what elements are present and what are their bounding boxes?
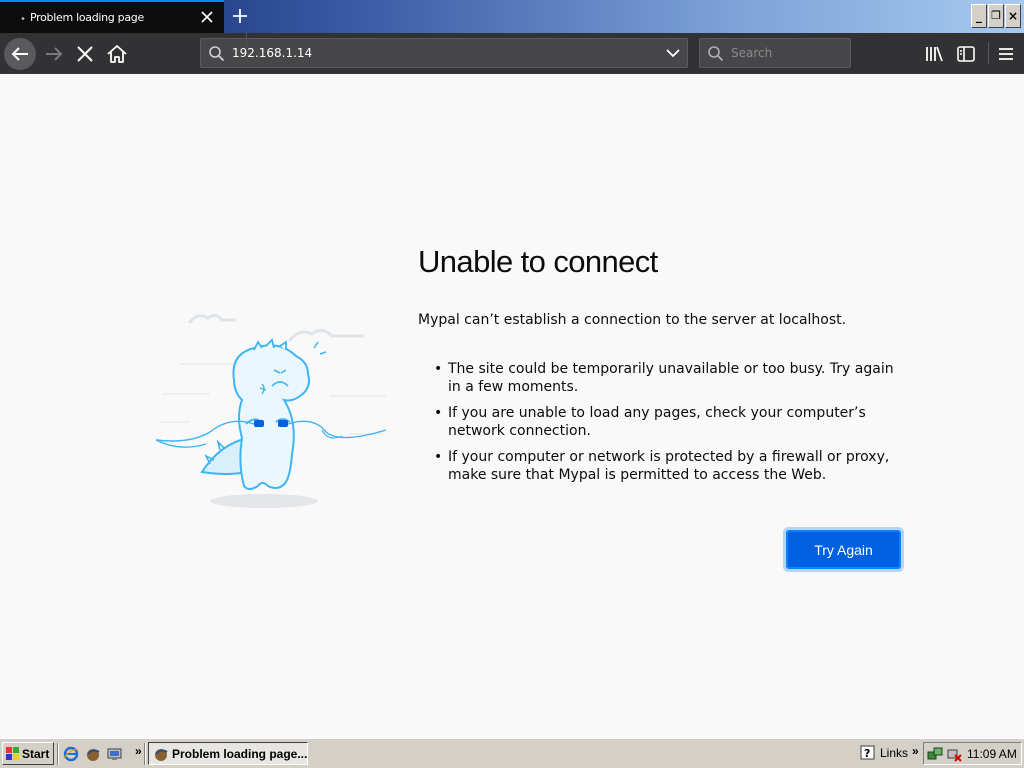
show-desktop-icon[interactable]: [107, 746, 123, 762]
quick-launch-chevron[interactable]: »: [135, 744, 142, 758]
home-icon[interactable]: [105, 42, 129, 66]
help-icon: ?: [860, 745, 875, 760]
tab-title: Problem loading page: [30, 11, 144, 24]
start-label: Start: [22, 747, 50, 761]
search-icon: [708, 46, 724, 62]
clock: 11:09 AM: [967, 747, 1017, 761]
try-again-button[interactable]: Try Again: [787, 531, 900, 568]
internet-explorer-icon[interactable]: [63, 746, 79, 762]
system-tray: 11:09 AM: [923, 742, 1022, 765]
nav-toolbar: 192.168.1.14 Search: [0, 33, 1024, 74]
forward-arrow-icon[interactable]: [42, 42, 66, 66]
error-suggestion-item: If you are unable to load any pages, che…: [434, 404, 904, 440]
chevron-down-icon[interactable]: [666, 47, 680, 59]
search-bar[interactable]: Search: [699, 38, 851, 68]
library-icon[interactable]: [922, 42, 946, 66]
toolbar-separator: [988, 42, 989, 64]
links-chevron[interactable]: »: [912, 744, 919, 758]
error-suggestion-item: The site could be temporarily unavailabl…: [434, 360, 904, 396]
back-arrow-icon: [11, 47, 28, 61]
url-text[interactable]: 192.168.1.14: [232, 46, 312, 60]
taskbar-window-button[interactable]: Problem loading page...: [148, 742, 308, 765]
text-cursor: [246, 32, 247, 46]
sidebar-icon[interactable]: [954, 42, 978, 66]
tab-problem-loading[interactable]: • Problem loading page: [0, 0, 224, 33]
quick-launch-separator: [57, 743, 59, 765]
tab-strip: • Problem loading page _ ❐ ×: [0, 0, 1024, 33]
mypal-browser-icon: [155, 749, 168, 761]
taskbar-separator: [144, 743, 146, 765]
close-tab-icon[interactable]: [198, 7, 216, 27]
disconnected-dinosaur-illustration: [155, 313, 387, 508]
close-window-button[interactable]: ×: [1005, 4, 1021, 28]
search-placeholder[interactable]: Search: [731, 46, 772, 60]
error-page: Unable to connect Mypal can’t establish …: [0, 74, 1024, 738]
search-icon: [209, 46, 225, 62]
mypal-browser-icon[interactable]: [85, 746, 101, 762]
network-icon[interactable]: [927, 746, 943, 762]
error-suggestion-item: If your computer or network is protected…: [434, 448, 904, 484]
svg-text:?: ?: [864, 747, 870, 760]
back-button[interactable]: [4, 38, 36, 70]
minimize-button[interactable]: _: [971, 4, 987, 28]
error-suggestion-list: The site could be temporarily unavailabl…: [434, 360, 904, 492]
screen: • Problem loading page _ ❐ × 192.168.1.1…: [0, 0, 1024, 768]
windows-logo-icon: [6, 747, 19, 760]
error-description: Mypal can’t establish a connection to th…: [418, 312, 847, 328]
start-button[interactable]: Start: [2, 742, 54, 765]
hamburger-menu-icon[interactable]: [994, 42, 1018, 66]
tab-loading-indicator: •: [20, 14, 26, 25]
windows-taskbar: Start » Problem loading page... ? Links …: [0, 738, 1024, 768]
links-label: Links: [880, 746, 909, 760]
stop-icon[interactable]: [73, 42, 97, 66]
taskbar-window-label: Problem loading page...: [172, 747, 308, 761]
error-title: Unable to connect: [418, 244, 658, 279]
new-tab-icon[interactable]: [230, 6, 250, 26]
url-bar[interactable]: 192.168.1.14: [200, 38, 688, 68]
network-disconnected-icon[interactable]: [946, 746, 962, 762]
restore-button[interactable]: ❐: [988, 4, 1004, 28]
